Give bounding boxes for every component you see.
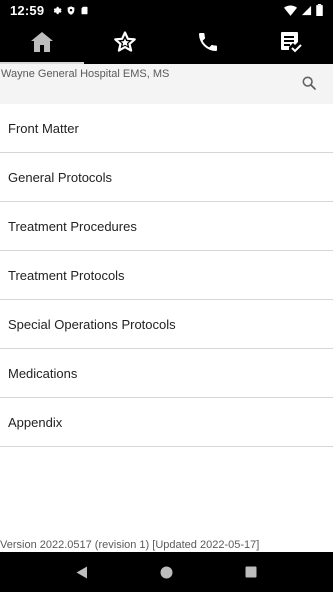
tab-contacts[interactable] <box>188 22 228 62</box>
menu-item-general-protocols[interactable]: General Protocols <box>0 153 333 202</box>
menu-item-treatment-procedures[interactable]: Treatment Procedures <box>0 202 333 251</box>
tab-favorites[interactable] <box>105 22 145 62</box>
header-bar: Wayne General Hospital EMS, MS <box>0 64 333 104</box>
menu-item-special-operations[interactable]: Special Operations Protocols <box>0 300 333 349</box>
menu-item-label: General Protocols <box>8 169 113 185</box>
status-left-icons <box>51 5 89 16</box>
shield-icon <box>67 5 75 15</box>
tab-home[interactable] <box>22 22 62 62</box>
back-icon <box>76 566 88 578</box>
hospital-name: Wayne General Hospital EMS, MS <box>1 68 170 80</box>
sd-card-icon <box>81 6 88 14</box>
status-right-icons <box>284 4 323 16</box>
home-icon <box>30 32 53 52</box>
menu-item-front-matter[interactable]: Front Matter <box>0 104 333 153</box>
version-text: Version 2022.0517 (revision 1) [Updated … <box>0 539 260 551</box>
signal-icon <box>301 5 312 15</box>
menu-item-appendix[interactable]: Appendix <box>0 398 333 447</box>
star-icon <box>114 31 136 52</box>
checklist-icon <box>281 32 303 53</box>
menu-item-label: Front Matter <box>8 120 79 136</box>
battery-icon <box>316 4 323 16</box>
menu-item-label: Special Operations Protocols <box>8 316 176 332</box>
search-button[interactable] <box>301 75 321 95</box>
home-button[interactable] <box>151 557 181 587</box>
menu-item-label: Treatment Protocols <box>8 267 125 283</box>
tab-checklist[interactable] <box>271 22 311 62</box>
system-nav-bar <box>0 552 333 592</box>
protocol-menu: Front Matter General Protocols Treatment… <box>0 104 333 447</box>
top-toolbar <box>0 20 333 64</box>
menu-item-treatment-protocols[interactable]: Treatment Protocols <box>0 251 333 300</box>
recents-icon <box>245 566 257 578</box>
status-time: 12:59 <box>10 2 45 18</box>
home-circle-icon <box>160 566 173 578</box>
gear-icon <box>54 6 62 14</box>
status-bar: 12:59 <box>0 0 333 20</box>
menu-item-label: Medications <box>8 365 78 381</box>
search-icon <box>302 76 316 90</box>
menu-item-label: Appendix <box>8 414 63 430</box>
menu-item-label: Treatment Procedures <box>8 218 137 234</box>
menu-item-medications[interactable]: Medications <box>0 349 333 398</box>
back-button[interactable] <box>67 557 97 587</box>
phone-icon <box>199 33 218 51</box>
recents-button[interactable] <box>236 557 266 587</box>
wifi-icon <box>284 4 297 16</box>
